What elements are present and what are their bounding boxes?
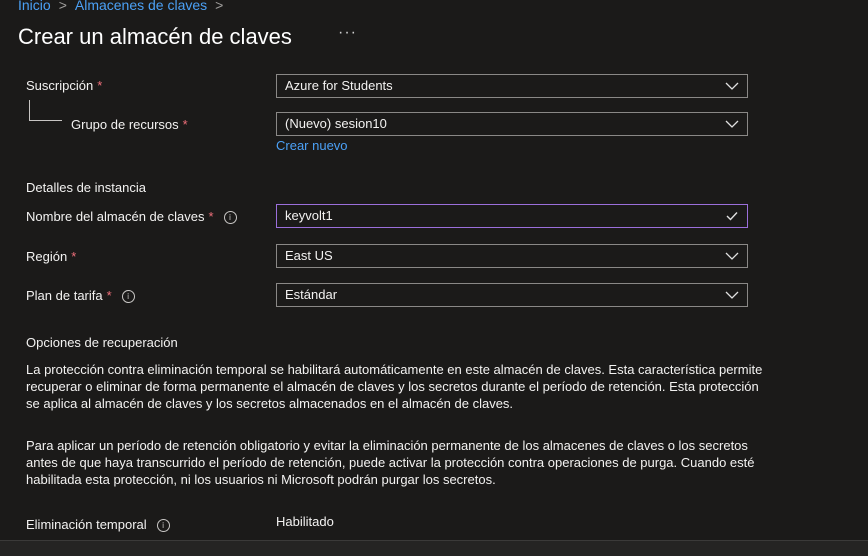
instance-details-heading: Detalles de instancia: [26, 180, 146, 195]
vault-name-label-text: Nombre del almacén de claves: [26, 209, 205, 224]
resource-group-select[interactable]: (Nuevo) sesion10: [276, 112, 748, 136]
required-mark: *: [71, 249, 77, 264]
info-icon[interactable]: i: [223, 211, 237, 225]
vault-name-value: keyvolt1: [285, 208, 333, 223]
soft-delete-description: La protección contra eliminación tempora…: [26, 362, 763, 411]
breadcrumb-separator: >: [58, 0, 67, 13]
create-new-link[interactable]: Crear nuevo: [276, 138, 348, 153]
resource-group-label-text: Grupo de recursos: [71, 117, 179, 132]
soft-delete-value: Habilitado: [276, 514, 334, 529]
resource-group-label: Grupo de recursos *: [71, 117, 188, 132]
chevron-down-icon: [725, 120, 739, 128]
purge-protection-description: Para aplicar un período de retención obl…: [26, 438, 755, 487]
region-select[interactable]: East US: [276, 244, 748, 268]
info-icon[interactable]: i: [156, 519, 170, 533]
info-icon[interactable]: i: [121, 290, 135, 304]
pricing-tier-select[interactable]: Estándar: [276, 283, 748, 307]
region-label-text: Región: [26, 249, 68, 264]
recovery-options-heading: Opciones de recuperación: [26, 335, 178, 350]
chevron-down-icon: [725, 82, 739, 90]
pricing-tier-label-text: Plan de tarifa: [26, 288, 103, 303]
region-label: Región *: [26, 249, 76, 264]
required-mark: *: [106, 288, 112, 303]
soft-delete-label: Eliminación temporal i: [26, 517, 170, 533]
more-options-icon[interactable]: ···: [338, 24, 357, 42]
checkmark-icon: [726, 212, 738, 221]
required-mark: *: [97, 78, 103, 93]
soft-delete-label-text: Eliminación temporal: [26, 517, 147, 532]
chevron-down-icon: [725, 291, 739, 299]
breadcrumb-key-vaults-link[interactable]: Almacenes de claves: [75, 0, 207, 13]
pricing-tier-label: Plan de tarifa * i: [26, 288, 135, 304]
subscription-label-text: Suscripción: [26, 78, 94, 93]
page-title: Crear un almacén de claves: [18, 24, 292, 49]
region-value: East US: [285, 248, 333, 263]
bottom-action-bar: [0, 540, 868, 556]
pricing-tier-value: Estándar: [285, 287, 338, 302]
breadcrumb: Inicio > Almacenes de claves >: [18, 0, 231, 13]
breadcrumb-home-link[interactable]: Inicio: [18, 0, 51, 13]
vault-name-input[interactable]: keyvolt1: [276, 204, 748, 228]
required-mark: *: [208, 209, 214, 224]
breadcrumb-separator: >: [215, 0, 224, 13]
subscription-label: Suscripción *: [26, 78, 102, 93]
required-mark: *: [182, 117, 188, 132]
subscription-select[interactable]: Azure for Students: [276, 74, 748, 98]
chevron-down-icon: [725, 252, 739, 260]
resource-group-value: (Nuevo) sesion10: [285, 116, 387, 131]
tree-connector: [29, 100, 62, 121]
subscription-value: Azure for Students: [285, 78, 393, 93]
vault-name-label: Nombre del almacén de claves * i: [26, 209, 237, 225]
